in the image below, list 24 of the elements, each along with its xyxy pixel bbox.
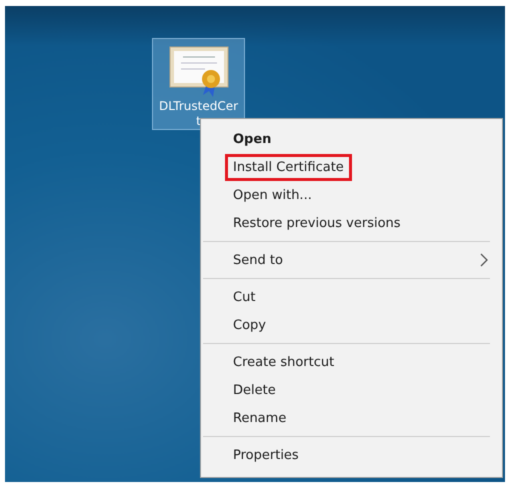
menu-item[interactable]: Restore previous versions: [201, 209, 490, 237]
menu-item[interactable]: Copy: [201, 311, 490, 339]
chevron-right-icon: [480, 253, 488, 267]
menu-item-label: Create shortcut: [232, 354, 336, 372]
file-name-label: DLTrustedCer: [158, 99, 238, 114]
menu-item[interactable]: Open with...: [201, 181, 490, 209]
menu-item-label: Cut: [232, 288, 256, 306]
menu-item[interactable]: Cut: [201, 283, 490, 311]
menu-item-label: Open: [232, 130, 272, 148]
menu-item[interactable]: Delete: [201, 376, 490, 404]
menu-item-label: Open with...: [232, 186, 313, 204]
menu-item[interactable]: Create shortcut: [201, 348, 490, 376]
menu-item[interactable]: Properties: [201, 441, 490, 469]
menu-item-label: Send to: [232, 252, 284, 270]
menu-item-label: Restore previous versions: [232, 214, 402, 232]
menu-item-label: Rename: [232, 410, 288, 428]
certificate-icon: [168, 45, 228, 99]
menu-item[interactable]: Rename: [201, 404, 490, 432]
menu-item-label: Delete: [232, 382, 277, 400]
menu-item[interactable]: Send to: [201, 246, 490, 274]
menu-item[interactable]: Install Certificate: [201, 153, 490, 181]
menu-item-label: Install Certificate: [225, 154, 352, 180]
menu-item-label: Properties: [232, 446, 300, 464]
menu-item-label: Copy: [232, 316, 267, 334]
